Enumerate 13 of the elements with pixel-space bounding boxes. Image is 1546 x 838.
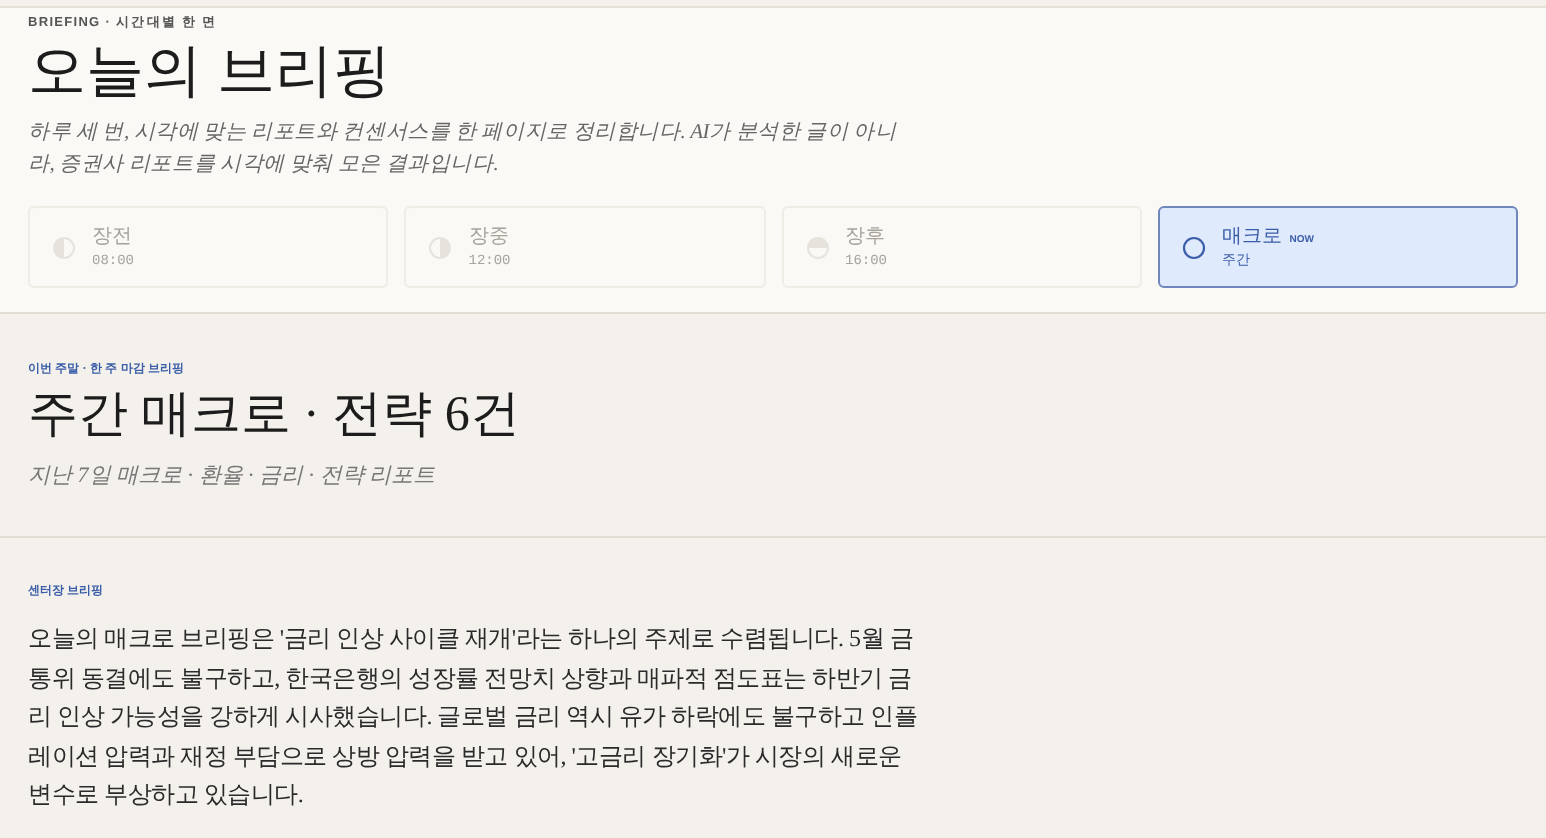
page-description: 하루 세 번, 시각에 맞는 리포트와 컨센서스를 한 페이지로 정리합니다. AI가 분석한 글이 아니라, 증권사 리포트를 시각에 맞춰 모은 결과입니다. — [28, 120, 899, 180]
half-circle-icon — [428, 235, 453, 259]
session-label: 매크로 — [1221, 223, 1282, 251]
half-circle-icon — [805, 235, 829, 259]
half-circle-icon — [52, 235, 76, 259]
section-title: 주간 매크로 · 전략 6건 — [28, 386, 522, 446]
session-label: 장후 — [845, 223, 885, 251]
section-subtitle: 지난 7일 매크로 · 환율 · 금리 · 전략 리포트 — [28, 462, 437, 492]
page-title: 오늘의 브리핑 — [28, 38, 393, 108]
circle-icon — [1181, 235, 1206, 259]
session-label: 장전 — [92, 223, 132, 251]
session-label: 장중 — [468, 223, 509, 251]
briefing-paragraph: 오늘의 매크로 브리핑은 '금리 인상 사이클 재개'라는 하나의 주제로 수렴됩니다. 5월 금통위 동결에도 불구하고, 한국은행의 성장률 전망치 상향과 매파적 점도표는 하반기 금리 인상 가능성을 강하게 시사했습니다. 글로벌 금리 역시 유가 하락에도 불구하고 인플레이션 압력과 재정 부담으로 상방 압력을 받고 있어, '고금리 장기화'가 시장의 새로운 변수로 부상하고 있습니다. — [28, 622, 920, 812]
